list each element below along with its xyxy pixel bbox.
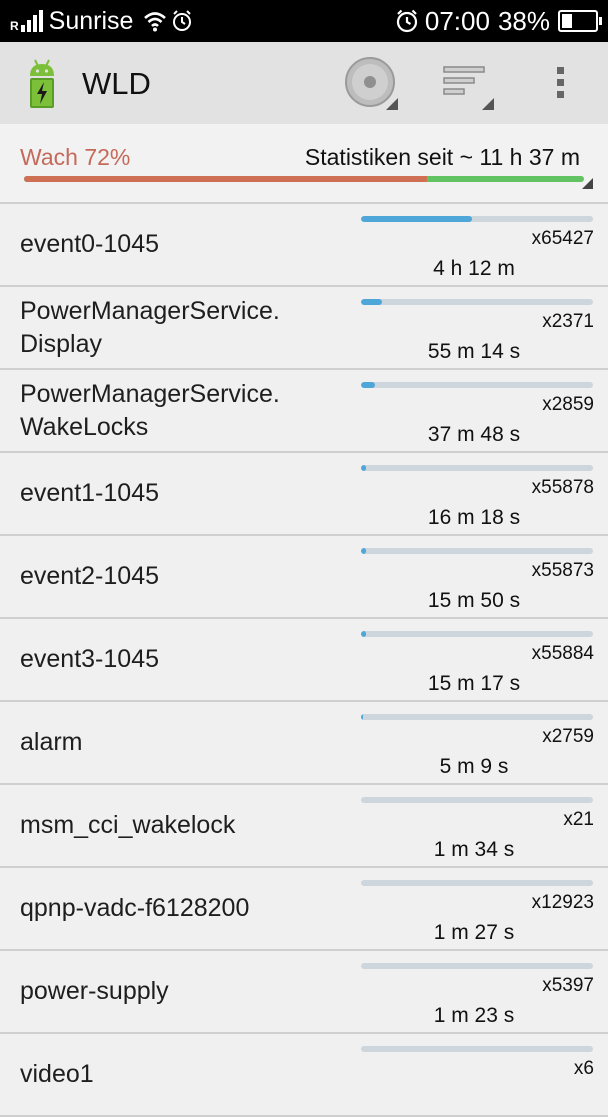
disc-button[interactable] [342, 56, 398, 112]
wakelock-progress-bar [361, 382, 593, 388]
signal-icon: R [10, 10, 45, 32]
wakelock-count: x2759 [542, 726, 594, 747]
wakelock-progress-fill [361, 465, 366, 471]
wakelock-count: x21 [563, 809, 594, 830]
wakelock-list: event0-1045 x65427 4 h 12 m PowerManagerSer… [0, 204, 608, 1117]
awake-segment [24, 176, 428, 182]
wakelock-progress-fill [361, 216, 473, 222]
alarm-clock-icon [395, 9, 419, 33]
wakelock-count: x2371 [542, 311, 594, 332]
wakelock-progress-bar [361, 216, 593, 222]
wakelock-progress-bar [361, 631, 593, 637]
wakelock-name: alarm [20, 702, 340, 783]
wakelock-progress-fill [361, 714, 363, 720]
list-item[interactable]: msm_cci_wakelock x21 1 m 34 s [0, 785, 608, 868]
wakelock-count: x55873 [531, 560, 594, 581]
wakelock-duration: 1 m 23 s [433, 1004, 515, 1027]
wakelock-duration: 5 m 9 s [439, 755, 509, 778]
wifi-icon [143, 10, 167, 32]
wakelock-name-text: power-supply [20, 977, 169, 1005]
wakelock-count: x12923 [531, 892, 594, 913]
list-item[interactable]: event0-1045 x65427 4 h 12 m [0, 204, 608, 287]
summary-header[interactable]: Wach 72% Statistiken seit ~ 11 h 37 m [0, 124, 608, 204]
battery-icon [558, 10, 602, 32]
wakelock-name-text: qpnp-vadc-f6128200 [20, 894, 250, 922]
wakelock-name: event3-1045 [20, 619, 340, 700]
wakelock-count: x55884 [531, 643, 594, 664]
clock-time: 07:00 [424, 5, 490, 36]
wakelock-duration: 37 m 48 s [427, 423, 521, 446]
wakelock-name-text: event3-1045 [20, 645, 160, 673]
wakelock-progress-bar [361, 963, 593, 969]
wakelock-count: x5397 [542, 975, 594, 996]
wakelock-name: event2-1045 [20, 536, 340, 617]
wakelock-name: PowerManagerService. Display [20, 287, 340, 368]
wakelock-duration: 55 m 14 s [427, 340, 521, 363]
sort-button[interactable] [438, 56, 494, 112]
wakelock-name: power-supply [20, 951, 340, 1032]
wakelock-progress-bar [361, 880, 593, 886]
wakelock-progress-bar [361, 714, 593, 720]
wakelock-name-text: event2-1045 [20, 562, 160, 590]
stats-since-label: Statistiken seit ~ 11 h 37 m [304, 144, 580, 170]
wakelock-name: PowerManagerService. WakeLocks [20, 370, 340, 451]
list-item[interactable]: event1-1045 x55878 16 m 18 s [0, 453, 608, 536]
wakelock-progress-bar [361, 299, 593, 305]
wakelock-name: event0-1045 [20, 204, 340, 285]
disc-icon [342, 54, 398, 115]
wakelock-duration: 4 h 12 m [433, 257, 515, 280]
wakelock-progress-bar [361, 548, 593, 554]
wakelock-progress-bar [361, 465, 593, 471]
wakelock-name-text: PowerManagerService. WakeLocks [20, 379, 280, 441]
wakelock-name: video1 [20, 1034, 340, 1115]
carrier-name: Sunrise [48, 6, 134, 35]
wakelock-name: event1-1045 [20, 453, 340, 534]
wakelock-count: x6 [573, 1058, 594, 1079]
wakelock-progress-bar [361, 1046, 593, 1052]
wakelock-name: msm_cci_wakelock [20, 785, 340, 866]
wakelock-name-text: event1-1045 [20, 479, 160, 507]
list-item[interactable]: event2-1045 x55873 15 m 50 s [0, 536, 608, 619]
wakelock-name-text: msm_cci_wakelock [20, 811, 236, 839]
wakelock-duration: 1 m 34 s [433, 838, 515, 861]
awake-ratio-bar [24, 176, 584, 182]
app-title: WLD [82, 66, 151, 101]
sort-icon [438, 54, 494, 115]
wakelock-count: x2859 [542, 394, 594, 415]
list-item[interactable]: PowerManagerService. Display x2371 55 m 14… [0, 287, 608, 370]
alarm-icon [171, 10, 193, 32]
wakelock-progress-fill [361, 299, 382, 305]
wakelock-count: x65427 [531, 228, 594, 249]
wakelock-progress-fill [361, 631, 366, 637]
list-item[interactable]: power-supply x5397 1 m 23 s [0, 951, 608, 1034]
battery-percent: 38% [497, 5, 550, 36]
awake-percent-label: Wach 72% [20, 144, 131, 170]
wakelock-progress-bar [361, 797, 593, 803]
dropdown-corner-icon [582, 178, 593, 189]
wakelock-duration: 16 m 18 s [427, 506, 521, 529]
list-item[interactable]: alarm x2759 5 m 9 s [0, 702, 608, 785]
android-battery-app-icon [28, 58, 56, 115]
action-bar: WLD [0, 42, 608, 124]
wakelock-duration: 15 m 17 s [427, 672, 521, 695]
status-bar: R Sunrise 07:00 38% [0, 0, 608, 42]
wakelock-progress-fill [361, 548, 366, 554]
wakelock-duration: 1 m 27 s [433, 921, 515, 944]
wakelock-name-text: video1 [20, 1060, 94, 1088]
wakelock-name-text: PowerManagerService. Display [20, 296, 280, 358]
wakelock-progress-fill [361, 382, 375, 388]
list-item[interactable]: PowerManagerService. WakeLocks x2859 37 m … [0, 370, 608, 453]
list-item[interactable]: video1 x6 [0, 1034, 608, 1117]
wakelock-name-text: event0-1045 [20, 230, 160, 258]
overflow-menu-icon [550, 62, 570, 107]
list-item[interactable]: event3-1045 x55884 15 m 17 s [0, 619, 608, 702]
wakelock-count: x55878 [531, 477, 594, 498]
wakelock-name-text: alarm [20, 728, 83, 756]
wakelock-name: qpnp-vadc-f6128200 [20, 868, 340, 949]
overflow-menu-button[interactable] [532, 56, 588, 112]
list-item[interactable]: qpnp-vadc-f6128200 x12923 1 m 27 s [0, 868, 608, 951]
wakelock-duration: 15 m 50 s [427, 589, 521, 612]
